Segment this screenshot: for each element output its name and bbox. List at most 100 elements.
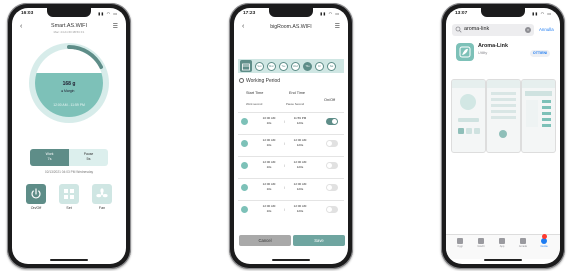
row-end-sec: 120s [296,165,304,169]
schedule-row: 12:00 AM 10s / 12:00 AM 120s [238,200,344,221]
app-screenshot[interactable] [486,79,521,153]
row-end[interactable]: 12:00 AM 120s [289,160,311,170]
status-time: 17:23 [243,11,256,16]
pause-segment[interactable]: Pause 5s [69,149,108,166]
search-input[interactable]: aroma-link × [452,24,534,36]
row-end[interactable]: 12:00 AM 120s [289,204,311,214]
gauge-label-text: Margin [64,89,75,93]
menu-icon[interactable]: ☰ [113,23,118,30]
work-pause-toggle[interactable]: Work 7s Pause 5s [30,149,108,166]
day-selector: Sun Mon Tue Wed Thu Fri Sat [238,59,344,73]
get-button[interactable]: OTTIENI [530,50,550,57]
tab-search[interactable]: Cerca [535,238,553,248]
row-start[interactable]: 12:00 AM 10s [259,160,279,170]
row-end-time: 12:00 AM [293,160,307,164]
row-toggle[interactable] [326,118,338,125]
row-end-time: 12:00 AM [293,138,307,142]
row-toggle[interactable] [326,140,338,147]
today-icon [457,238,463,244]
day-sun[interactable]: Sun [255,62,264,71]
pause-label: Pause [83,152,94,156]
work-segment[interactable]: Work 7s [30,149,69,166]
row-start[interactable]: 12:00 AM 10s [259,138,279,148]
cancel-button[interactable]: Cancel [239,235,291,246]
clock-icon [239,78,244,84]
col-end-time: End Time [289,91,306,95]
onoff-tile[interactable]: On/Off [26,184,46,212]
status-time: 13:07 [455,11,468,16]
row-icon [241,118,248,125]
tab-games[interactable]: Giochi [472,238,490,248]
pause-value: 5s [86,157,91,161]
tab-search-label: Cerca [540,245,548,248]
row-end[interactable]: 12:00 AM 120s [289,182,311,192]
col-pause-second: Pause Second [286,102,305,106]
row-start-sec: 10s [266,143,272,147]
app-icon[interactable] [456,43,474,61]
onoff-box [26,184,46,204]
row-toggle[interactable] [326,184,338,191]
home-indicator [50,259,88,261]
tab-apps-label: App [499,245,505,248]
tab-apps[interactable]: App [493,238,511,248]
row-icon [241,184,248,191]
schedule-row: 12:00 AM 10s / 12:00 AM 120s [238,178,344,199]
app-name[interactable]: Aroma-Link [478,43,508,49]
phone-device-control: 16:03 ▮▮ ◠ ▭ ‹ Smart.AS.WIFI Mac: 24:A1:… [7,3,131,269]
device-subtitle: Mac: 24:A1:60:1B:5C:F1 [53,30,85,34]
timestamp: 02/13/2021 04:03 PM Wednesday [44,170,94,174]
row-separator: / [284,120,285,124]
clear-icon[interactable]: × [525,27,531,33]
row-start[interactable]: 12:00 AM 10s [259,182,279,192]
row-start-sec: 10s [266,165,272,169]
device-title: Smart.AS.WIFI [51,23,87,29]
rocket-icon [478,238,484,244]
row-end-sec: 120s [296,121,304,125]
tab-arcade[interactable]: Arcade [514,238,532,248]
cancel-search-link[interactable]: Annulla [539,27,554,32]
notch [47,8,91,17]
device-title: bigRoom.AS.WIFI [270,24,312,30]
row-separator: / [284,208,285,212]
set-tile[interactable]: Set [59,184,79,212]
row-start-sec: 10s [266,121,272,125]
row-start-sec: 10s [266,209,272,213]
tab-games-label: Giochi [477,245,485,248]
fan-tile[interactable]: Fan [92,184,112,212]
row-end[interactable]: 12:00 AM 120s [289,138,311,148]
app-screenshot[interactable] [521,79,556,153]
app-screenshot[interactable] [451,79,486,153]
day-sat[interactable]: Sat [327,62,336,71]
work-value: 7s [47,157,52,161]
home-indicator [484,259,522,261]
row-toggle[interactable] [326,206,338,213]
row-start[interactable]: 12:00 AM 10s [259,204,279,214]
day-wed[interactable]: Wed [291,62,300,71]
row-toggle[interactable] [326,162,338,169]
schedule-row: 12:00 AM 10s / 12:00 AM 120s [238,134,344,155]
joystick-icon [520,238,526,244]
day-thu[interactable]: Thu [303,62,312,71]
save-button[interactable]: Save [293,235,345,246]
tab-today[interactable]: Oggi [451,238,469,248]
screenshot-preview-icon [491,92,516,138]
day-tue[interactable]: Tue [279,62,288,71]
screenshot-preview-icon [525,91,552,127]
row-start-sec: 10s [266,187,272,191]
row-end-sec: 120s [296,187,304,191]
work-label: Work [45,152,54,156]
row-end-time: 12:00 AM [293,182,307,186]
col-onoff: On/Off [324,98,336,102]
screen: 13:07 ▮▮ ◠ ▭ aroma-link × Annulla Aroma-… [446,8,560,264]
menu-icon[interactable]: ☰ [335,23,340,30]
schedule-row: 10:00 AM 10s / 11:59 PM 120s [238,112,344,133]
col-work-second: Work second [246,102,263,106]
day-fri[interactable]: Fri [315,62,324,71]
leaf-icon [459,46,471,58]
power-icon [31,188,41,199]
row-end[interactable]: 11:59 PM 120s [289,116,311,126]
row-separator: / [284,164,285,168]
row-start[interactable]: 10:00 AM 10s [259,116,279,126]
day-mon[interactable]: Mon [267,62,276,71]
screenshot-preview-icon [458,94,480,134]
